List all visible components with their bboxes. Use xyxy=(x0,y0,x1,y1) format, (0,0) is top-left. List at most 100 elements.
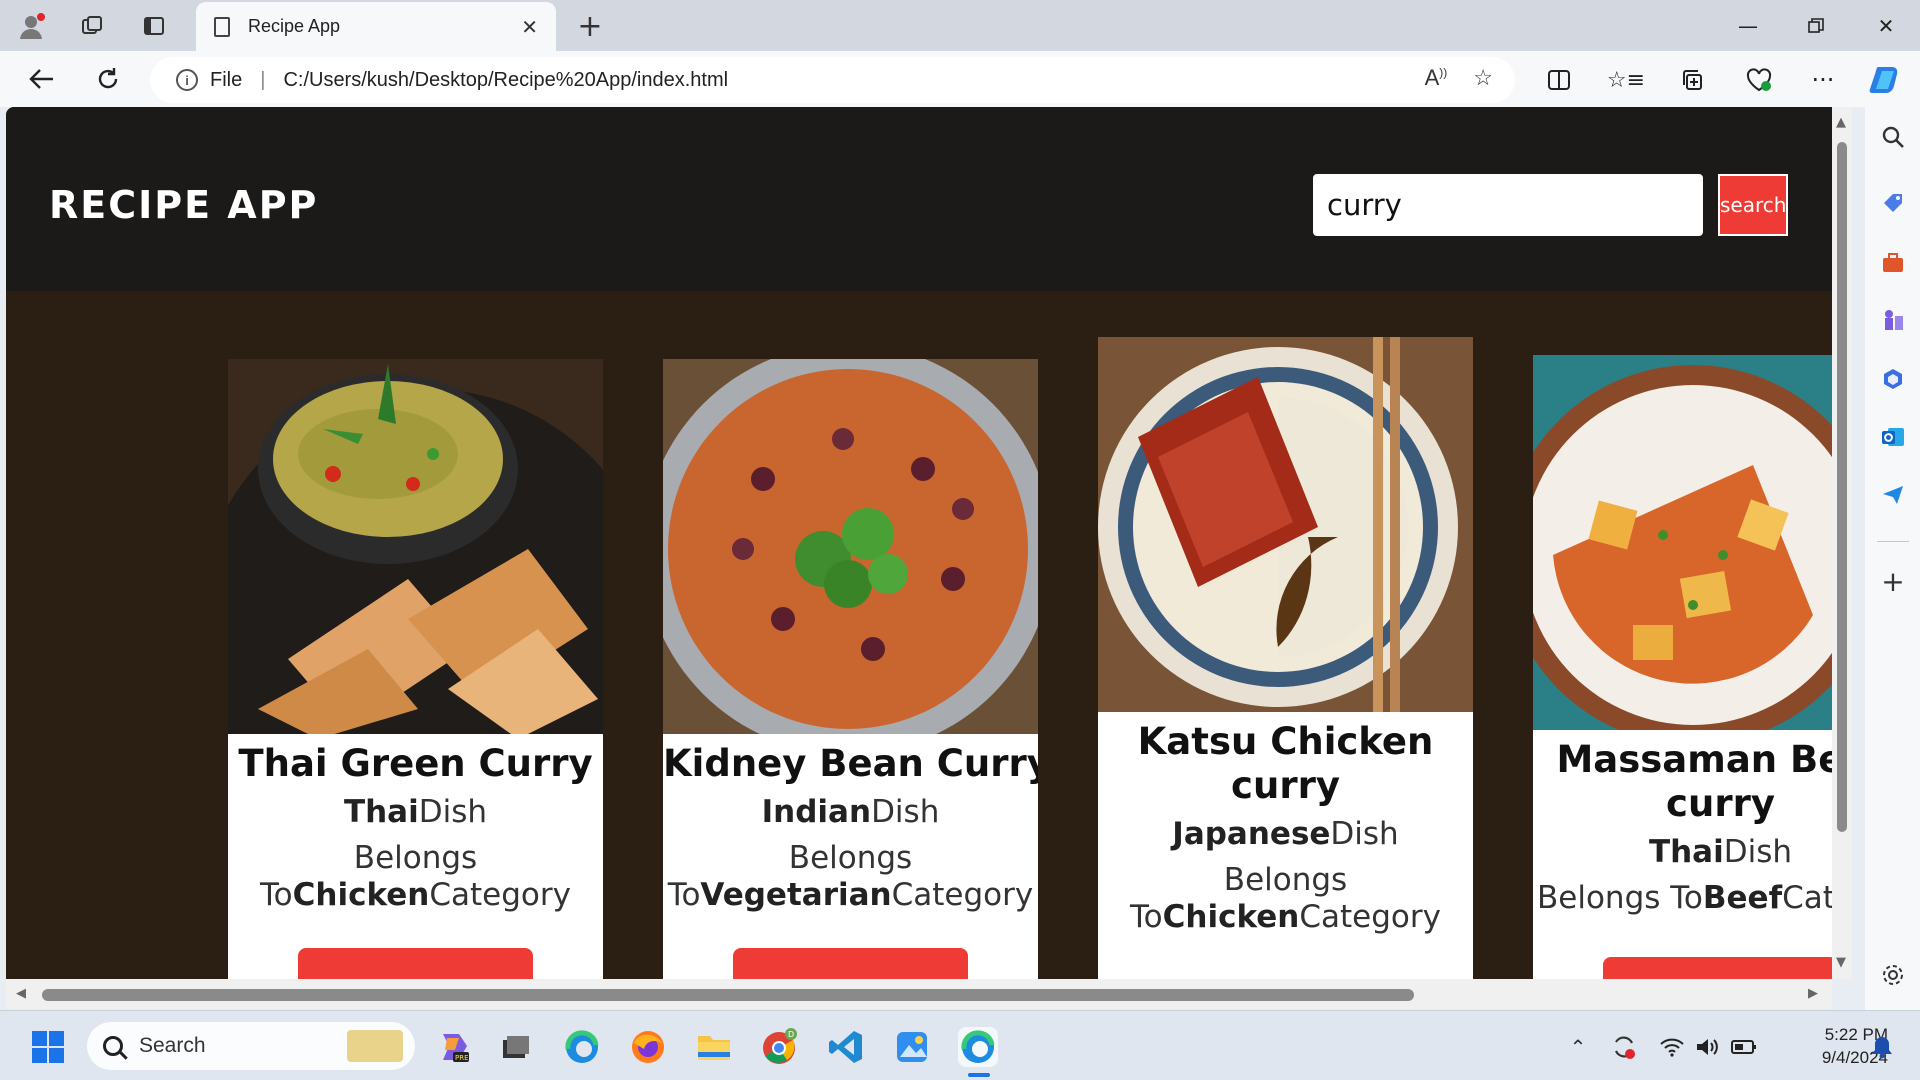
recipe-card: Thai Green Curry ThaiDish Belongs ToChic… xyxy=(228,359,603,979)
recipe-cuisine: ThaiDish xyxy=(1533,834,1832,870)
horizontal-scroll-thumb[interactable] xyxy=(42,989,1414,1001)
search-input[interactable] xyxy=(1313,174,1703,236)
recipe-category-name: Chicken xyxy=(292,877,430,913)
app-title: RECIPE APP xyxy=(49,183,319,227)
chrome-icon[interactable]: D xyxy=(760,1027,800,1067)
taskbar-search-placeholder: Search xyxy=(139,1034,206,1057)
vscode-icon[interactable] xyxy=(826,1027,866,1067)
recipe-cuisine-name: Thai xyxy=(1648,834,1724,870)
recipe-category: Belongs ToChickenCategory xyxy=(1098,862,1473,936)
collections-icon[interactable] xyxy=(1675,63,1709,97)
tab-title: Recipe App xyxy=(248,16,341,36)
active-app-indicator xyxy=(968,1073,990,1077)
recipe-image xyxy=(228,359,603,734)
scroll-left-arrow-icon[interactable]: ◀ xyxy=(16,986,26,1001)
recipe-card: Kidney Bean Curry IndianDish Belongs ToV… xyxy=(663,359,1038,979)
recipe-cuisine-name: Japanese xyxy=(1172,816,1331,852)
notification-bell-icon[interactable] xyxy=(1862,1027,1902,1067)
split-screen-icon[interactable] xyxy=(1542,63,1576,97)
recipe-category-label: Category xyxy=(891,877,1034,913)
active-tab[interactable]: Recipe App ✕ xyxy=(196,2,556,51)
restore-icon[interactable] xyxy=(1782,0,1850,51)
browser-essentials-icon[interactable] xyxy=(1742,63,1776,97)
close-tab-icon[interactable]: ✕ xyxy=(521,15,538,39)
scroll-up-arrow-icon[interactable]: ▲ xyxy=(1836,115,1846,130)
recipe-cuisine: IndianDish xyxy=(663,794,1038,830)
show-hidden-icons-icon[interactable]: ⌃ xyxy=(1558,1027,1598,1067)
microsoft-365-icon[interactable] xyxy=(1877,363,1909,395)
back-icon[interactable] xyxy=(22,59,62,99)
task-view-icon[interactable] xyxy=(496,1027,536,1067)
firefox-icon[interactable] xyxy=(628,1027,668,1067)
search-highlight-icon xyxy=(347,1030,403,1062)
site-info-icon[interactable]: i xyxy=(176,69,198,91)
sync-icon[interactable] xyxy=(1604,1027,1644,1067)
search-icon[interactable] xyxy=(1877,121,1909,153)
recipe-name: Massaman Beef curry xyxy=(1556,738,1832,825)
recipe-category-name: Vegetarian xyxy=(700,877,892,913)
recipe-image xyxy=(1098,337,1473,712)
tab-actions-icon[interactable] xyxy=(136,9,172,43)
favorite-star-icon[interactable]: ☆ xyxy=(1473,65,1493,91)
recipe-cuisine: ThaiDish xyxy=(228,794,603,830)
recipe-category: Belongs ToVegetarianCategory xyxy=(663,840,1038,914)
tools-briefcase-icon[interactable] xyxy=(1877,247,1909,279)
taskbar-search[interactable]: Search xyxy=(87,1022,415,1070)
sidebar-divider xyxy=(1877,541,1909,542)
favorites-icon[interactable]: ☆≡ xyxy=(1607,63,1645,97)
outlook-icon[interactable] xyxy=(1877,421,1909,453)
address-bar[interactable]: i File | C:/Users/kush/Desktop/Recipe%20… xyxy=(150,57,1515,103)
gear-icon[interactable] xyxy=(1877,959,1909,991)
volume-icon[interactable] xyxy=(1688,1027,1728,1067)
recipe-cuisine-name: Indian xyxy=(761,794,872,830)
recipe-name: Katsu Chicken curry xyxy=(1137,720,1434,807)
address-url: C:/Users/kush/Desktop/Recipe%20App/index… xyxy=(283,68,729,91)
view-recipe-button[interactable] xyxy=(298,948,533,979)
address-scheme-label: File xyxy=(210,68,243,91)
edge-icon[interactable] xyxy=(562,1027,602,1067)
recipe-category-label: Category xyxy=(429,877,571,913)
photos-icon[interactable] xyxy=(892,1027,932,1067)
scroll-down-arrow-icon[interactable]: ▼ xyxy=(1836,955,1846,970)
games-chess-icon[interactable] xyxy=(1877,305,1909,337)
file-explorer-icon[interactable] xyxy=(694,1027,734,1067)
vertical-scrollbar[interactable]: ▲ ▼ xyxy=(1832,107,1852,979)
close-window-icon[interactable]: ✕ xyxy=(1852,0,1920,51)
horizontal-scrollbar[interactable]: ◀ ▶ xyxy=(6,979,1832,1009)
send-icon[interactable] xyxy=(1877,479,1909,511)
recipe-card: Massaman Beef curry ThaiDish Belongs ToB… xyxy=(1533,355,1832,979)
search-button[interactable]: search xyxy=(1718,174,1788,236)
recipe-dish-label: Dish xyxy=(1723,834,1793,870)
edge-active-icon[interactable] xyxy=(958,1027,998,1067)
workspaces-icon[interactable] xyxy=(74,9,110,43)
read-aloud-icon[interactable]: A)) xyxy=(1425,65,1448,91)
recipe-card: Katsu Chicken curry JapaneseDish Belongs… xyxy=(1098,337,1473,979)
scroll-right-arrow-icon[interactable]: ▶ xyxy=(1808,986,1818,1001)
new-tab-icon[interactable]: + xyxy=(572,9,608,44)
recipe-image xyxy=(663,359,1038,734)
copilot-icon[interactable] xyxy=(1868,63,1902,97)
page-viewport: RECIPE APP search Thai Gree xyxy=(6,107,1832,979)
view-recipe-button[interactable] xyxy=(1603,957,1832,979)
recipe-category-name: Beef xyxy=(1702,880,1783,916)
minimize-icon[interactable]: — xyxy=(1714,0,1782,51)
start-icon[interactable] xyxy=(28,1027,68,1067)
recipe-category: Belongs ToChickenCategory xyxy=(228,840,603,914)
profile-icon[interactable] xyxy=(14,9,50,43)
page-icon xyxy=(214,16,230,37)
wifi-icon[interactable] xyxy=(1652,1027,1692,1067)
refresh-icon[interactable] xyxy=(88,59,128,99)
view-recipe-button[interactable] xyxy=(733,948,968,979)
copilot-pre-icon[interactable]: PRE xyxy=(434,1027,474,1067)
svg-text:D: D xyxy=(788,1030,794,1039)
more-menu-icon[interactable]: ··· xyxy=(1806,63,1840,97)
app-header: RECIPE APP search xyxy=(6,107,1832,291)
shopping-tag-icon[interactable] xyxy=(1877,187,1909,219)
vertical-scroll-thumb[interactable] xyxy=(1837,142,1847,832)
battery-icon[interactable] xyxy=(1724,1027,1764,1067)
add-icon[interactable]: + xyxy=(1877,565,1909,598)
recipe-cuisine-name: Thai xyxy=(343,794,419,830)
recipe-category-name: Chicken xyxy=(1162,899,1300,935)
browser-toolbar: i File | C:/Users/kush/Desktop/Recipe%20… xyxy=(0,51,1920,107)
recipe-dish-label: Dish xyxy=(871,794,940,830)
